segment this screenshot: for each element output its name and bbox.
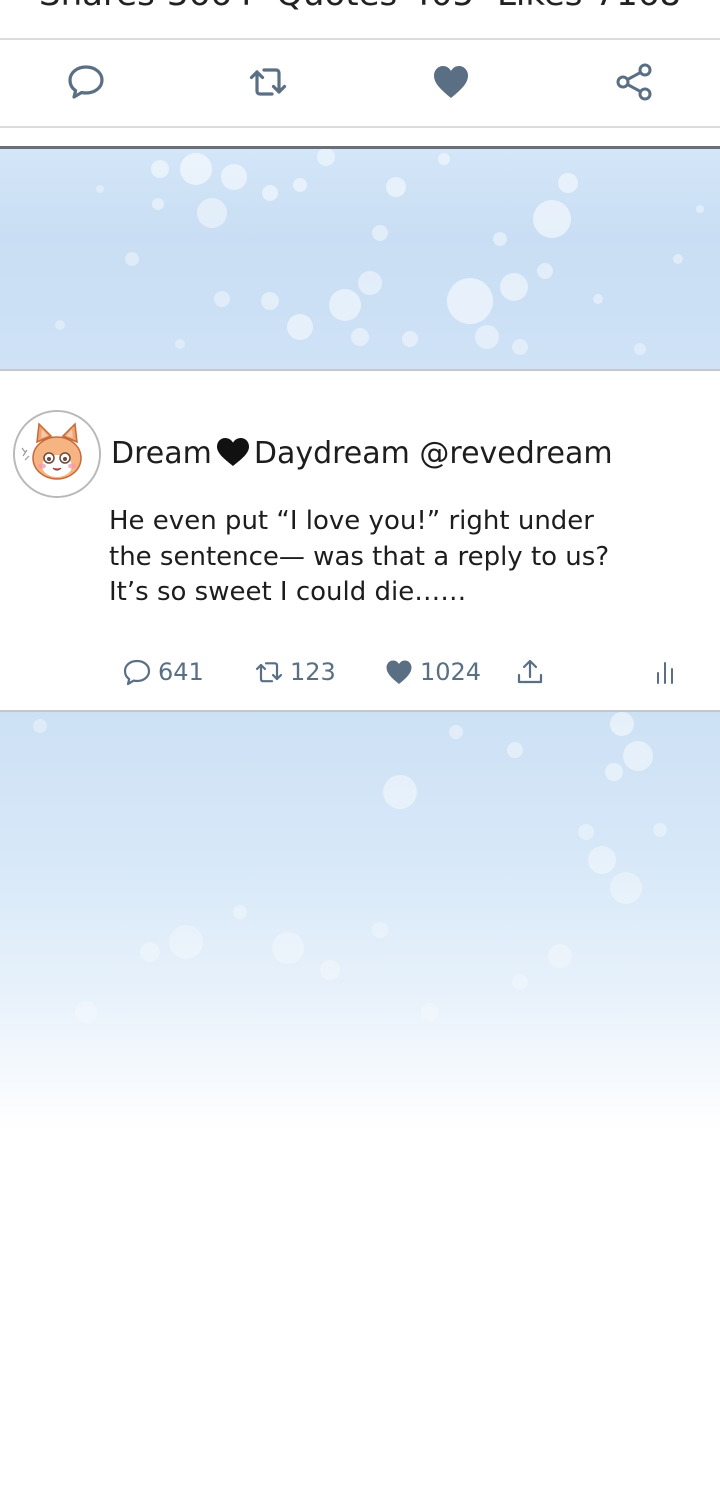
tweet-line: He even put “I love you!” right under (109, 506, 594, 536)
tweet-body: He even put “I love you!” right under th… (109, 504, 699, 611)
bokeh-decoration (55, 149, 704, 355)
engagement-summary: Shares 3664 Quotes 405 Likes 7168 (0, 0, 720, 14)
quotes-count: 405 (409, 0, 474, 14)
sky-background-panel (0, 146, 720, 371)
tweet-action-bar (0, 40, 720, 126)
cat-avatar-icon (15, 412, 99, 496)
share-button[interactable] (614, 62, 654, 102)
share-stat[interactable] (515, 652, 551, 692)
shares-label: Shares (39, 0, 155, 14)
black-heart-icon (216, 438, 249, 466)
bokeh-decoration (33, 712, 667, 1023)
tweet-line: It’s so sweet I could die…… (109, 577, 467, 607)
like-count: 1024 (420, 658, 482, 686)
retweet-stat[interactable]: 123 (254, 652, 336, 692)
author-line[interactable]: Dream Daydream @revedream (111, 436, 613, 471)
retweet-count: 123 (290, 658, 336, 686)
upload-share-icon (517, 659, 543, 684)
reply-count: 641 (158, 658, 204, 686)
likes-label: Likes (497, 0, 583, 14)
display-name-part1: Dream (111, 436, 212, 471)
avatar[interactable] (13, 410, 101, 498)
comment-icon (68, 65, 104, 99)
sky-background-panel (0, 710, 720, 1130)
analytics-stat[interactable] (650, 652, 686, 692)
likes-count: 7168 (594, 0, 681, 14)
comment-icon (123, 659, 151, 686)
user-handle: @revedream (419, 436, 613, 471)
heart-icon (434, 66, 468, 98)
retweet-button[interactable] (248, 62, 288, 102)
retweet-icon (249, 68, 287, 96)
tweet-stats-bar: 641 123 1024 (0, 652, 720, 692)
share-icon (616, 63, 652, 101)
reply-stat[interactable]: 641 (122, 652, 204, 692)
tweet-line: the sentence— was that a reply to us? (109, 541, 610, 572)
display-name-part2: Daydream (253, 436, 410, 471)
like-button[interactable] (431, 62, 471, 102)
like-stat[interactable]: 1024 (384, 652, 481, 692)
retweet-icon (255, 662, 283, 683)
heart-icon (386, 660, 412, 684)
quotes-label: Quotes (276, 0, 397, 14)
analytics-icon (657, 662, 673, 684)
tweet-card: Dream Daydream @revedream He even put “I … (0, 372, 720, 710)
reply-button[interactable] (66, 62, 106, 102)
shares-count: 3664 (167, 0, 254, 14)
divider (0, 126, 720, 128)
